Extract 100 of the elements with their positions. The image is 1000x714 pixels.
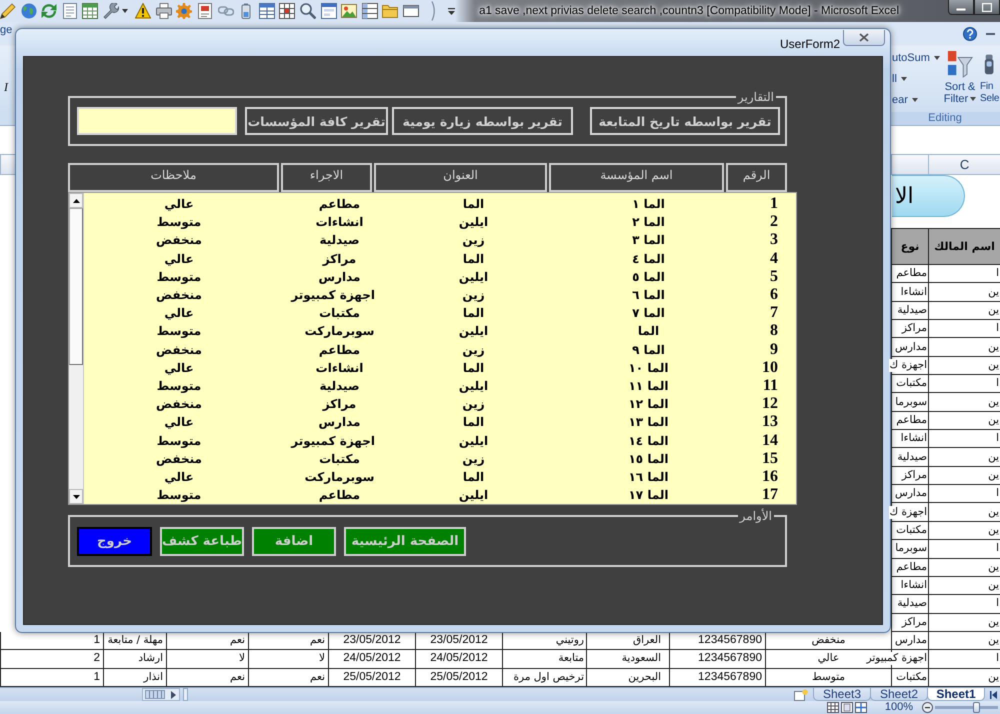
list-cell[interactable]: 9 [726, 342, 796, 358]
minimize-icon[interactable] [986, 32, 995, 34]
list-cell[interactable]: عالي [84, 414, 282, 430]
document-icon[interactable] [62, 3, 78, 19]
globe-icon[interactable] [20, 3, 37, 19]
list-box[interactable] [68, 192, 797, 505]
split-handle[interactable] [183, 688, 188, 701]
list-cell[interactable]: متوسط [84, 323, 282, 340]
minimize-button[interactable] [948, 0, 974, 15]
scroll-down-button[interactable] [69, 489, 83, 504]
spreadsheet-icon[interactable] [82, 3, 98, 19]
list-cell[interactable]: الما [375, 414, 550, 430]
first-sheet-icon[interactable] [990, 690, 997, 698]
list-cell[interactable]: الما ٤ [550, 250, 726, 267]
list-cell[interactable]: الما [550, 323, 726, 340]
autosum-button[interactable]: utoSum [890, 50, 941, 65]
list-cell[interactable]: الما ٧ [550, 305, 726, 322]
list-cell[interactable]: مطاعم [282, 487, 375, 504]
list-cell[interactable]: الما [375, 250, 550, 267]
scroll-thumb[interactable] [145, 690, 165, 699]
list-cell[interactable]: الما ١٥ [550, 450, 726, 467]
list-cell[interactable]: 4 [726, 250, 796, 267]
list-cell[interactable]: الما ١١ [550, 378, 726, 394]
list-cell[interactable]: الما [375, 360, 550, 376]
list-cell[interactable]: 8 [726, 323, 796, 340]
insert-sheet-icon[interactable] [794, 688, 808, 700]
refresh-icon[interactable] [41, 3, 58, 19]
list-cell[interactable]: 14 [726, 432, 796, 449]
list-cell[interactable]: 13 [726, 414, 796, 430]
list-cell[interactable]: مكتبات [282, 450, 375, 467]
list-cell[interactable]: الما ١٦ [550, 468, 726, 485]
list-cell[interactable]: ايلين [375, 323, 550, 340]
horizontal-scrollbar[interactable] [142, 688, 180, 701]
list-cell[interactable]: اجهزة كمبيوتر [282, 287, 375, 304]
sort-filter-button[interactable]: Sort & Filter [941, 45, 979, 112]
list-cell[interactable]: ايلين [375, 487, 550, 504]
list-cell[interactable]: ايلين [375, 432, 550, 449]
list-cell[interactable]: الما ١٢ [550, 396, 726, 412]
list-cell[interactable]: سوبرماركت [282, 323, 375, 340]
list-cell[interactable]: متوسط [84, 268, 282, 285]
input-field[interactable] [77, 107, 237, 135]
find-select-button[interactable]: Fin Sele [980, 45, 1000, 112]
list-cell[interactable]: 3 [726, 232, 796, 248]
list-cell[interactable]: منخفض [84, 287, 282, 304]
list-cell[interactable]: 16 [726, 468, 796, 485]
list-cell[interactable]: 1 [726, 196, 796, 212]
list-cell[interactable]: عالي [84, 360, 282, 376]
sheet-tab[interactable]: Sheet1 [927, 688, 985, 701]
page-icon[interactable] [196, 3, 213, 19]
sheet-tab[interactable]: Sheet2 [870, 688, 928, 701]
list-cell[interactable]: منخفض [84, 342, 282, 358]
list-cell[interactable]: 17 [726, 487, 796, 504]
list-cell[interactable]: زين [375, 287, 550, 304]
command-button[interactable]: خروج [77, 527, 152, 556]
list-cell[interactable]: الما ٦ [550, 287, 726, 304]
list-cell[interactable]: ايلين [375, 214, 550, 230]
form-window-icon[interactable] [320, 3, 336, 19]
list-cell[interactable]: مدارس [282, 414, 375, 430]
page-layout-icon[interactable] [840, 702, 853, 713]
list-cell[interactable]: مراكز [282, 250, 375, 267]
list-cell[interactable]: 6 [726, 287, 796, 304]
list-cell[interactable]: 2 [726, 214, 796, 230]
list-cell[interactable]: زين [375, 342, 550, 358]
list-cell[interactable]: 5 [726, 268, 796, 285]
help-icon[interactable] [963, 26, 977, 40]
report-button[interactable]: تقرير بواسطه تاريخ المتابعة [590, 107, 780, 135]
list-cell[interactable]: اجهزة كمبيوتر [282, 432, 375, 449]
window-icon[interactable] [402, 3, 419, 19]
list-cell[interactable]: ايلين [375, 268, 550, 285]
list-cell[interactable]: الما [375, 305, 550, 322]
list-cell[interactable]: 7 [726, 305, 796, 322]
list-cell[interactable]: مطاعم [282, 196, 375, 212]
list-cell[interactable]: مراكز [282, 396, 375, 412]
list-cell[interactable]: الما [375, 196, 550, 212]
list-cell[interactable]: 12 [726, 396, 796, 412]
scroll-thumb[interactable] [69, 208, 83, 365]
list-cell[interactable]: الما ١ [550, 196, 726, 212]
list-cell[interactable]: مدارس [282, 268, 375, 285]
list-cell[interactable]: عالي [84, 468, 282, 485]
normal-view-icon[interactable] [826, 702, 839, 713]
list-cell[interactable]: انشاءات [282, 214, 375, 230]
picture-icon[interactable] [341, 3, 358, 19]
right-arrow-icon[interactable] [171, 690, 176, 698]
pencil-icon[interactable] [0, 3, 16, 19]
fill-button[interactable]: ll [890, 71, 941, 86]
list-cell[interactable]: 15 [726, 450, 796, 467]
list-cell[interactable]: زين [375, 450, 550, 467]
grid-icon[interactable] [279, 3, 296, 19]
clear-button[interactable]: ear [890, 92, 941, 107]
list-cell[interactable]: الما ٢ [550, 214, 726, 230]
gear-icon[interactable] [176, 3, 192, 19]
vertical-scrollbar[interactable] [69, 193, 84, 504]
list-cell[interactable]: الما [375, 468, 550, 485]
printer-icon[interactable] [156, 3, 172, 19]
list-cell[interactable]: منخفض [84, 232, 282, 248]
ribbon-tab[interactable]: ge [0, 24, 12, 36]
list-cell[interactable]: 10 [726, 360, 796, 376]
list-cell[interactable]: انشاءات [282, 360, 375, 376]
list-cell[interactable]: مطاعم [282, 342, 375, 358]
list-cell[interactable]: زين [375, 396, 550, 412]
